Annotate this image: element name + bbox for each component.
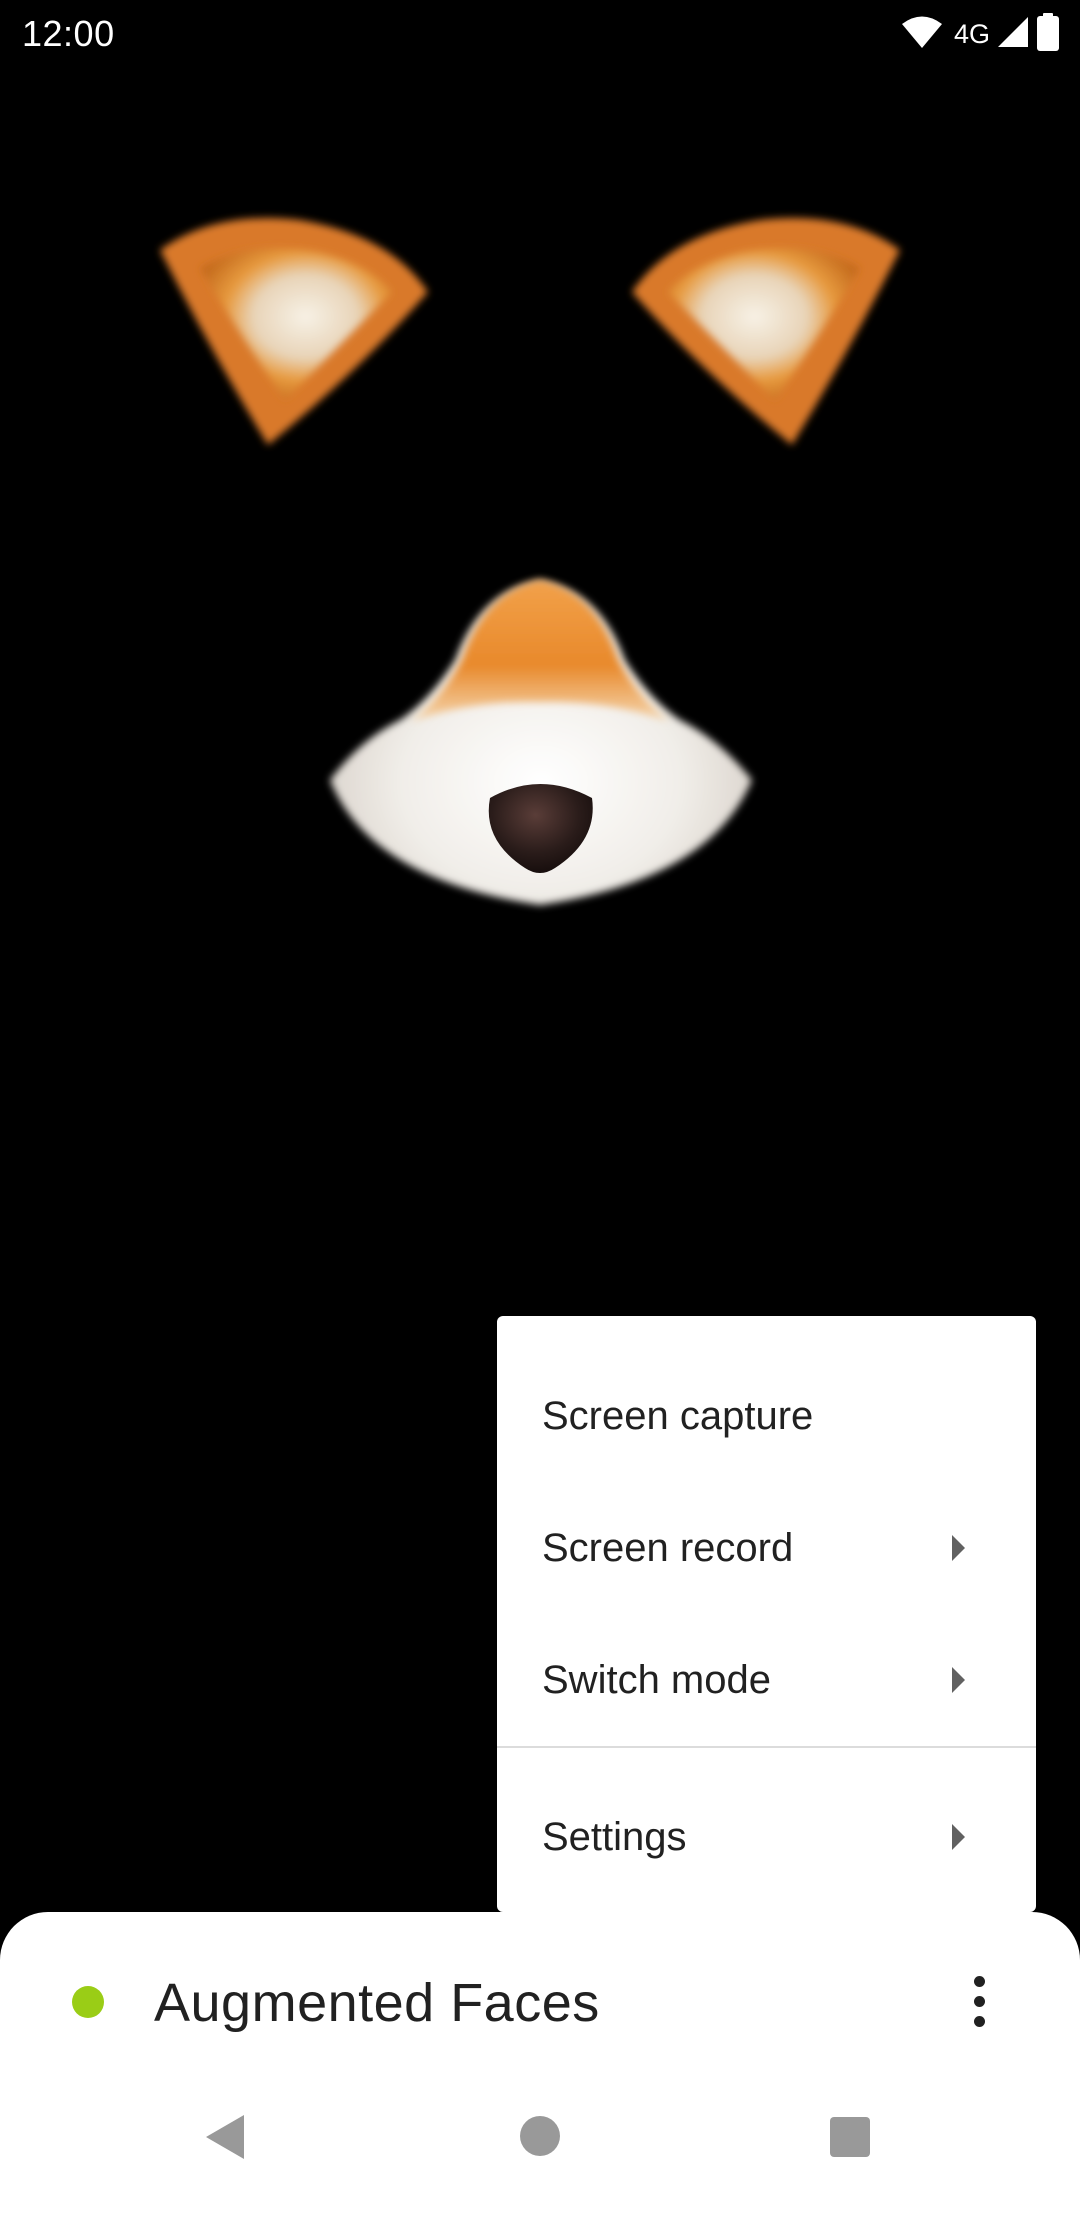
cell-signal-icon bbox=[996, 15, 1030, 54]
status-time: 12:00 bbox=[22, 13, 115, 54]
submenu-arrow-icon bbox=[952, 1535, 965, 1561]
back-icon[interactable] bbox=[198, 2110, 252, 2164]
menu-item-settings[interactable]: Settings bbox=[497, 1771, 1036, 1903]
recents-icon[interactable] bbox=[830, 2117, 870, 2157]
status-dot bbox=[72, 1986, 104, 2018]
menu-item-switch-mode[interactable]: Switch mode bbox=[497, 1614, 1036, 1746]
network-type-label: 4G bbox=[953, 19, 990, 49]
status-icons: 4G bbox=[900, 12, 1060, 56]
app-screen: 12:00 4G Screen capture Screen record Sw… bbox=[0, 0, 1080, 2220]
submenu-arrow-icon bbox=[952, 1667, 965, 1693]
menu-divider bbox=[497, 1746, 1036, 1748]
submenu-arrow-icon bbox=[952, 1824, 965, 1850]
navigation-bar bbox=[0, 2080, 1080, 2220]
more-dot bbox=[974, 1996, 985, 2007]
menu-item-screen-record[interactable]: Screen record bbox=[497, 1482, 1036, 1614]
app-title: Augmented Faces bbox=[154, 1973, 600, 2033]
menu-item-screen-capture[interactable]: Screen capture bbox=[497, 1350, 1036, 1482]
wifi-icon bbox=[900, 15, 944, 54]
menu-item-label: Screen record bbox=[542, 1525, 794, 1570]
left-ear bbox=[160, 218, 428, 445]
overflow-menu: Screen capture Screen record Switch mode… bbox=[497, 1316, 1036, 1912]
right-ear bbox=[632, 218, 900, 445]
status-bar: 12:00 4G bbox=[0, 0, 1080, 66]
menu-item-label: Settings bbox=[542, 1814, 687, 1859]
menu-item-label: Switch mode bbox=[542, 1657, 771, 1702]
more-vert-icon[interactable] bbox=[950, 1962, 1010, 2042]
menu-item-label: Screen capture bbox=[542, 1393, 814, 1438]
fox-nose bbox=[330, 580, 752, 905]
more-dot bbox=[974, 1976, 985, 1987]
home-icon[interactable] bbox=[520, 2116, 560, 2156]
battery-icon bbox=[1036, 12, 1060, 56]
more-dot bbox=[974, 2016, 985, 2027]
